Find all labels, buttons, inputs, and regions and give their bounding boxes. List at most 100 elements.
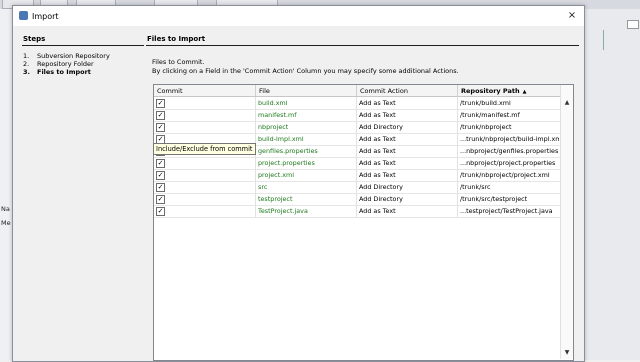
cell-divider bbox=[457, 133, 458, 145]
commit-checkbox[interactable]: ✓ bbox=[156, 111, 165, 120]
file-cell[interactable]: project.properties bbox=[258, 159, 354, 167]
commit-action-cell[interactable]: Add Directory bbox=[359, 123, 455, 131]
cell-divider bbox=[457, 145, 458, 157]
cell-divider bbox=[356, 157, 357, 169]
ide-left-panel: Na Me bbox=[0, 9, 12, 360]
repository-path-cell[interactable]: /trunk/src bbox=[460, 183, 559, 191]
cell-divider bbox=[255, 181, 256, 193]
cell-divider bbox=[356, 181, 357, 193]
step-item: 1. Subversion Repository bbox=[23, 52, 110, 60]
commit-action-cell[interactable]: Add as Text bbox=[359, 207, 455, 215]
column-header-repository-path[interactable]: Repository Path ▲ bbox=[461, 87, 526, 95]
cell-divider bbox=[255, 169, 256, 181]
file-cell[interactable]: nbproject bbox=[258, 123, 354, 131]
cell-divider bbox=[457, 193, 458, 205]
step-number: 3. bbox=[23, 68, 30, 76]
table-row[interactable]: ✓ TestProject.java Add as Text ...testproje… bbox=[154, 205, 560, 218]
column-divider[interactable] bbox=[255, 85, 256, 96]
commit-checkbox[interactable]: ✓ bbox=[156, 159, 165, 168]
step-label: Files to Import bbox=[37, 68, 91, 76]
scroll-down-icon[interactable]: ▼ bbox=[563, 349, 571, 356]
files-table: Commit File Commit Action Repository Pat… bbox=[153, 84, 574, 361]
step-label: Subversion Repository bbox=[37, 52, 110, 60]
step-item-active: 3. Files to Import bbox=[23, 68, 91, 76]
commit-checkbox[interactable]: ✓ bbox=[156, 123, 165, 132]
commit-action-cell[interactable]: Add as Text bbox=[359, 135, 455, 143]
editor-guide-line bbox=[603, 30, 604, 50]
cell-divider bbox=[457, 157, 458, 169]
intro-hint: By clicking on a Field in the 'Commit Ac… bbox=[152, 67, 459, 75]
vertical-scrollbar[interactable]: ▲ ▼ bbox=[560, 85, 573, 359]
editor-marker bbox=[627, 20, 639, 29]
repository-path-cell[interactable]: ...trunk/nbproject/build-impl.xml bbox=[460, 135, 559, 143]
step-number: 2. bbox=[23, 60, 30, 68]
repository-path-cell[interactable]: /trunk/nbproject/project.xml bbox=[460, 171, 559, 179]
repository-path-cell[interactable]: ...nbproject/project.properties bbox=[460, 159, 559, 167]
panel-title: Files to Import bbox=[147, 35, 206, 43]
repository-path-cell[interactable]: ...nbproject/genfiles.properties bbox=[460, 147, 559, 155]
file-cell[interactable]: testproject bbox=[258, 195, 354, 203]
files-to-import-panel: Files to Import Files to Commit. By clic… bbox=[146, 34, 579, 361]
file-cell[interactable]: genfiles.properties bbox=[258, 147, 354, 155]
cell-divider bbox=[356, 121, 357, 133]
step-number: 1. bbox=[23, 52, 30, 60]
table-header: Commit File Commit Action Repository Pat… bbox=[154, 85, 560, 97]
panel-divider bbox=[146, 45, 579, 46]
commit-checkbox[interactable]: ✓ bbox=[156, 207, 165, 216]
close-button[interactable]: × bbox=[565, 10, 579, 22]
repository-path-cell[interactable]: ...testproject/TestProject.java bbox=[460, 207, 559, 215]
cell-divider bbox=[255, 109, 256, 121]
commit-checkbox[interactable]: ✓ bbox=[156, 99, 165, 108]
file-cell[interactable]: build.xml bbox=[258, 99, 354, 107]
file-cell[interactable]: build-impl.xml bbox=[258, 135, 354, 143]
repository-path-cell[interactable]: /trunk/src/testproject bbox=[460, 195, 559, 203]
commit-action-cell[interactable]: Add as Text bbox=[359, 147, 455, 155]
file-cell[interactable]: manifest.mf bbox=[258, 111, 354, 119]
cell-divider bbox=[457, 97, 458, 109]
repository-path-cell[interactable]: /trunk/manifest.mf bbox=[460, 111, 559, 119]
column-header-file[interactable]: File bbox=[259, 87, 270, 95]
column-header-commit-action[interactable]: Commit Action bbox=[360, 87, 408, 95]
commit-action-cell[interactable]: Add as Text bbox=[359, 159, 455, 167]
step-item: 2. Repository Folder bbox=[23, 60, 94, 68]
repository-path-cell[interactable]: /trunk/build.xml bbox=[460, 99, 559, 107]
ide-navigator-label: Na bbox=[1, 205, 10, 213]
file-cell[interactable]: TestProject.java bbox=[258, 207, 354, 215]
repository-path-cell[interactable]: /trunk/nbproject bbox=[460, 123, 559, 131]
dialog-titlebar[interactable]: Import × bbox=[13, 6, 584, 26]
cell-divider bbox=[457, 169, 458, 181]
file-cell[interactable]: src bbox=[258, 183, 354, 191]
cell-divider bbox=[356, 193, 357, 205]
cell-divider bbox=[356, 109, 357, 121]
commit-checkbox[interactable]: ✓ bbox=[156, 195, 165, 204]
column-header-commit[interactable]: Commit bbox=[157, 87, 183, 95]
scroll-up-icon[interactable]: ▲ bbox=[563, 99, 571, 106]
commit-action-cell[interactable]: Add as Text bbox=[359, 99, 455, 107]
ide-members-label: Me bbox=[1, 219, 11, 227]
cell-divider bbox=[255, 193, 256, 205]
cell-divider bbox=[356, 97, 357, 109]
cell-divider bbox=[356, 169, 357, 181]
step-label: Repository Folder bbox=[37, 60, 94, 68]
file-cell[interactable]: project.xml bbox=[258, 171, 354, 179]
intro-text: Files to Commit. bbox=[152, 58, 205, 66]
cell-divider bbox=[457, 205, 458, 217]
cell-divider bbox=[356, 205, 357, 217]
commit-action-cell[interactable]: Add as Text bbox=[359, 171, 455, 179]
cell-divider bbox=[457, 109, 458, 121]
cell-divider bbox=[255, 97, 256, 109]
column-divider[interactable] bbox=[457, 85, 458, 96]
steps-divider bbox=[22, 45, 144, 46]
cell-divider bbox=[255, 157, 256, 169]
sort-ascending-icon: ▲ bbox=[522, 89, 527, 95]
steps-title: Steps bbox=[23, 35, 46, 43]
commit-action-cell[interactable]: Add Directory bbox=[359, 195, 455, 203]
dialog-title: Import bbox=[32, 12, 59, 21]
commit-checkbox[interactable]: ✓ bbox=[156, 171, 165, 180]
commit-action-cell[interactable]: Add as Text bbox=[359, 111, 455, 119]
cell-divider bbox=[457, 121, 458, 133]
commit-checkbox[interactable]: ✓ bbox=[156, 183, 165, 192]
commit-action-cell[interactable]: Add Directory bbox=[359, 183, 455, 191]
column-divider[interactable] bbox=[356, 85, 357, 96]
cell-divider bbox=[255, 121, 256, 133]
